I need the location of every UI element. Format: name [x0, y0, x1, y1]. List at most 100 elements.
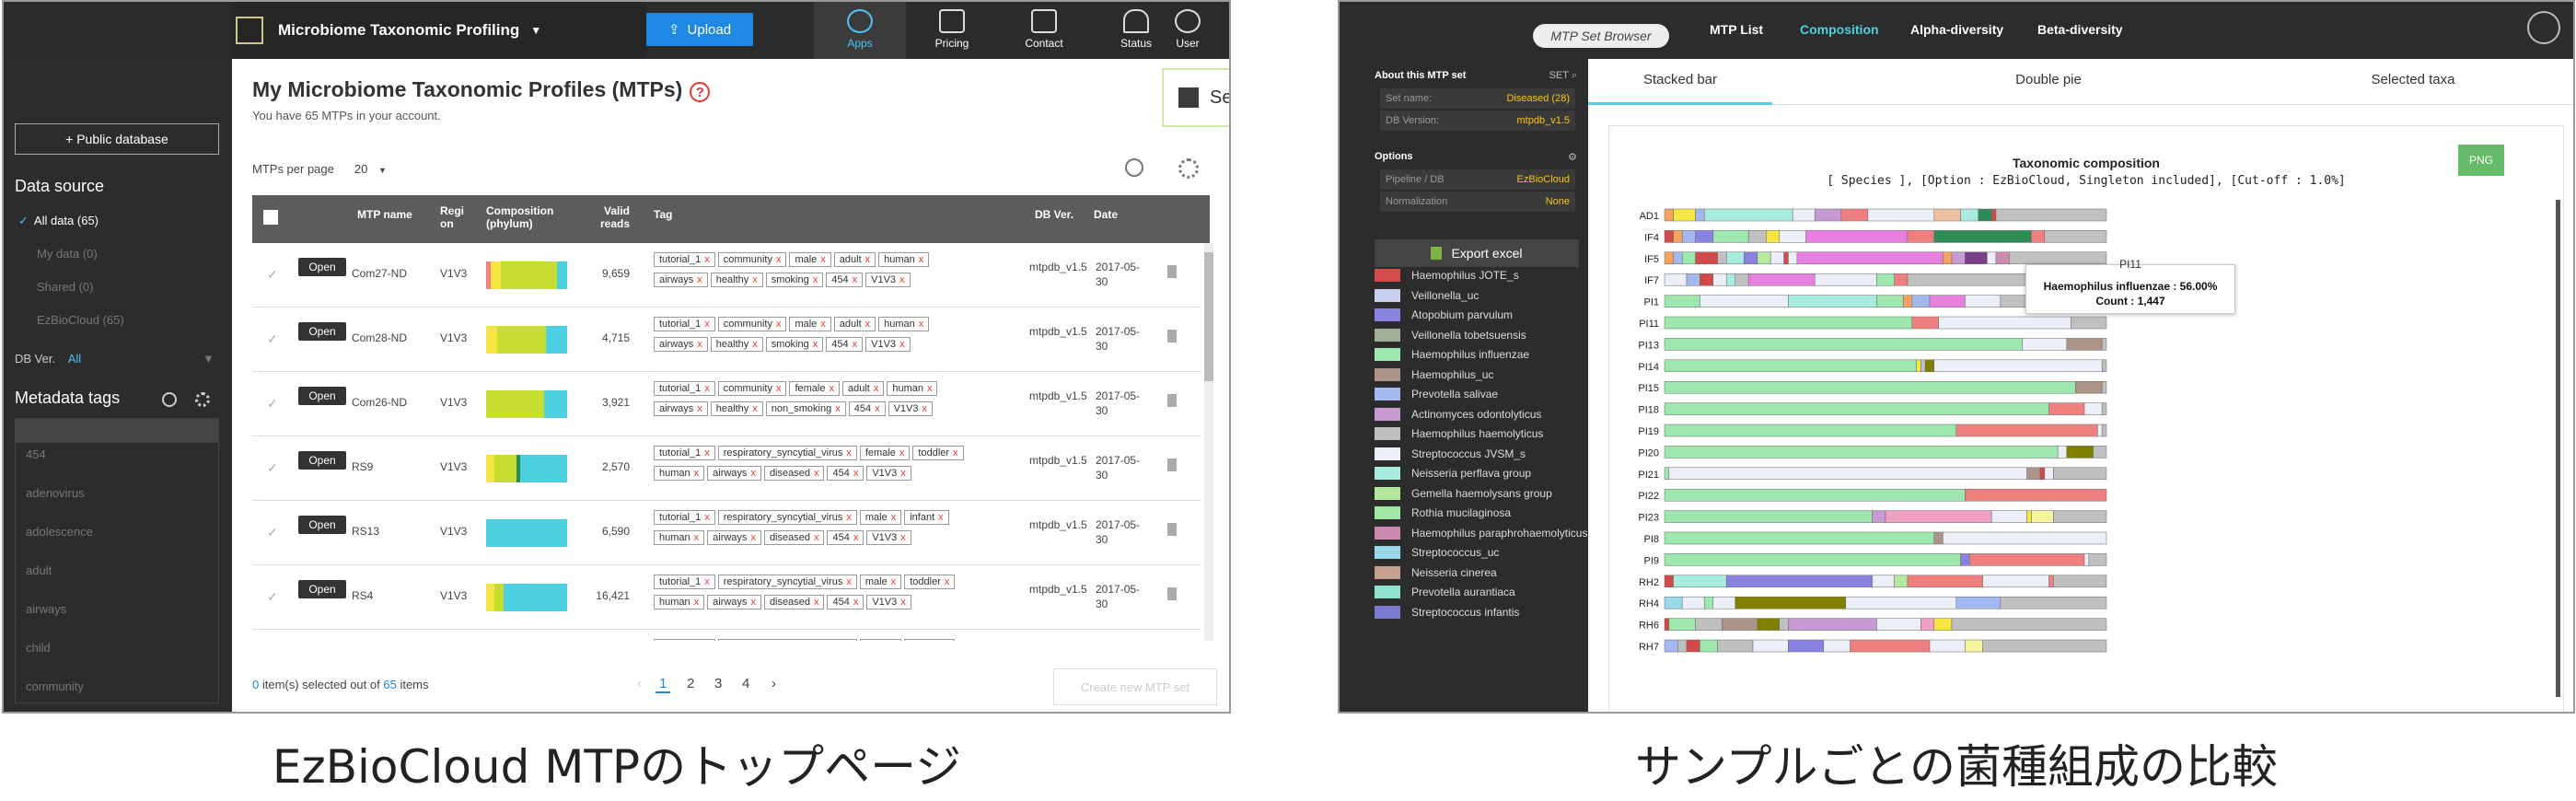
- bar-segment[interactable]: [2101, 402, 2107, 415]
- tag-chip[interactable]: malex: [859, 575, 902, 589]
- user-icon[interactable]: [2527, 11, 2560, 44]
- chevron-down-icon[interactable]: ▼: [530, 24, 541, 37]
- bar-segment[interactable]: [1725, 575, 1873, 588]
- bar-segment[interactable]: [1712, 230, 1749, 243]
- remove-tag-icon[interactable]: x: [813, 274, 818, 285]
- remove-tag-icon[interactable]: x: [752, 274, 758, 285]
- remove-tag-icon[interactable]: x: [853, 274, 858, 285]
- bar-segment[interactable]: [2083, 553, 2090, 566]
- bar-segment[interactable]: [1788, 251, 1798, 265]
- bar-segment[interactable]: [1995, 251, 2010, 265]
- legend-item[interactable]: Haemophilus paraphrohaemolyticus: [1375, 525, 1588, 541]
- bar-segment[interactable]: [1735, 273, 1749, 286]
- tag-chip[interactable]: V1V3 x: [865, 337, 911, 352]
- bar-segment[interactable]: [2000, 596, 2107, 609]
- remove-tag-icon[interactable]: x: [704, 512, 710, 523]
- legend-item[interactable]: Streptococcus infantis: [1375, 604, 1588, 621]
- bar-segment[interactable]: [2101, 359, 2107, 373]
- bar-segment[interactable]: [1990, 510, 2027, 523]
- remove-tag-icon[interactable]: x: [750, 597, 756, 608]
- tag-chip[interactable]: V1V3 x: [866, 595, 911, 609]
- bar-segment[interactable]: [1788, 295, 1877, 308]
- bar-segment[interactable]: [2039, 467, 2046, 481]
- data-source-ezbiocloud[interactable]: EzBioCloud (65): [37, 313, 124, 327]
- tag-chip[interactable]: human x: [878, 317, 930, 331]
- remove-tag-icon[interactable]: x: [900, 468, 906, 479]
- nav-apps[interactable]: Apps: [814, 2, 906, 59]
- tag-chip[interactable]: human x: [887, 381, 938, 396]
- tag-chip[interactable]: human x: [878, 252, 930, 267]
- set-button[interactable]: Set: [1162, 68, 1229, 127]
- tag-item[interactable]: 454: [26, 447, 46, 461]
- tag-chip[interactable]: adult x: [841, 381, 885, 396]
- mtp-name[interactable]: Com26-ND: [352, 396, 407, 409]
- bar-segment[interactable]: [1792, 208, 1816, 222]
- tag-chip[interactable]: airways x: [654, 337, 708, 352]
- row-check-icon[interactable]: ✓: [267, 460, 278, 476]
- bar-segment[interactable]: [1902, 295, 1913, 308]
- tag-chip[interactable]: diseased x: [763, 466, 825, 481]
- bar-segment[interactable]: [1965, 251, 1988, 265]
- bar-segment[interactable]: [1695, 251, 1718, 265]
- page-3[interactable]: 3: [714, 676, 722, 691]
- remove-tag-icon[interactable]: x: [697, 274, 702, 285]
- remove-tag-icon[interactable]: x: [704, 576, 710, 587]
- bar-segment[interactable]: [1681, 230, 1696, 243]
- bar-segment[interactable]: [1929, 295, 1966, 308]
- gear-icon[interactable]: [1178, 158, 1199, 179]
- remove-tag-icon[interactable]: x: [752, 339, 758, 350]
- bar-segment[interactable]: [1664, 424, 1957, 437]
- row-check-icon[interactable]: ✓: [267, 525, 278, 540]
- bar-segment[interactable]: [1700, 295, 1789, 308]
- bar-segment[interactable]: [1735, 596, 1847, 609]
- bar-segment[interactable]: [1916, 359, 1921, 373]
- chart-scrollbar[interactable]: [2556, 200, 2560, 697]
- bar-segment[interactable]: [1850, 639, 1931, 653]
- legend-item[interactable]: Haemophilus influenzae: [1375, 346, 1588, 363]
- bar-segment[interactable]: [1681, 251, 1696, 265]
- row-check-icon[interactable]: ✓: [267, 589, 278, 605]
- bar-segment[interactable]: [1712, 596, 1736, 609]
- bar-segment[interactable]: [2053, 575, 2107, 588]
- remove-tag-icon[interactable]: x: [927, 383, 933, 394]
- col-mtp-name[interactable]: MTP name: [357, 208, 412, 221]
- tag-chip[interactable]: 454 x: [827, 595, 864, 609]
- table-row[interactable]: ✓ Open Com27-ND V1V3 9,659 tutorial_1 x co…: [252, 243, 1201, 308]
- bar-segment[interactable]: [1929, 639, 1966, 653]
- tag-chip[interactable]: community x: [717, 252, 787, 267]
- bar-segment[interactable]: [1814, 273, 1877, 286]
- remove-tag-icon[interactable]: x: [900, 597, 906, 608]
- bar-segment[interactable]: [1752, 639, 1789, 653]
- mtp-name[interactable]: RS9: [352, 460, 373, 473]
- bar-segment[interactable]: [1965, 639, 1983, 653]
- tag-item[interactable]: adenovirus: [26, 486, 85, 500]
- remove-tag-icon[interactable]: x: [820, 254, 826, 265]
- remove-tag-icon[interactable]: x: [938, 512, 944, 523]
- bar-segment[interactable]: [2101, 380, 2107, 394]
- search-icon[interactable]: [162, 392, 177, 407]
- bar-segment[interactable]: [1695, 208, 1705, 222]
- bar-segment[interactable]: [2088, 553, 2107, 566]
- bar-segment[interactable]: [1788, 639, 1825, 653]
- remove-tag-icon[interactable]: x: [813, 339, 818, 350]
- table-row[interactable]: ✓ Open Com28-ND V1V3 4,715 tutorial_1 x co…: [252, 308, 1201, 372]
- bar-segment[interactable]: [1695, 230, 1714, 243]
- bar-segment[interactable]: [1664, 618, 1670, 631]
- remove-tag-icon[interactable]: x: [704, 319, 710, 330]
- bar-segment[interactable]: [1933, 208, 1961, 222]
- bar-segment[interactable]: [1664, 251, 1674, 265]
- remove-tag-icon[interactable]: x: [694, 532, 700, 543]
- mtps-per-page-value[interactable]: 20: [354, 162, 367, 176]
- bar-segment[interactable]: [1712, 273, 1727, 286]
- nav-alpha-diversity[interactable]: Alpha-diversity: [1910, 22, 2003, 37]
- tab-double-pie[interactable]: Double pie: [1956, 72, 2141, 87]
- bar-segment[interactable]: [1907, 575, 1983, 588]
- tag-chip[interactable]: healthy x: [710, 401, 763, 416]
- tab-stacked-bar[interactable]: Stacked bar: [1588, 72, 1772, 105]
- bar-segment[interactable]: [1673, 230, 1683, 243]
- legend-item[interactable]: Actinomyces odontolyticus: [1375, 406, 1588, 423]
- legend-item[interactable]: Haemophilus haemolyticus: [1375, 425, 1588, 442]
- legend-item[interactable]: Atopobium parvulum: [1375, 307, 1588, 323]
- nav-user[interactable]: User: [1142, 2, 1229, 59]
- bar-segment[interactable]: [1744, 251, 1758, 265]
